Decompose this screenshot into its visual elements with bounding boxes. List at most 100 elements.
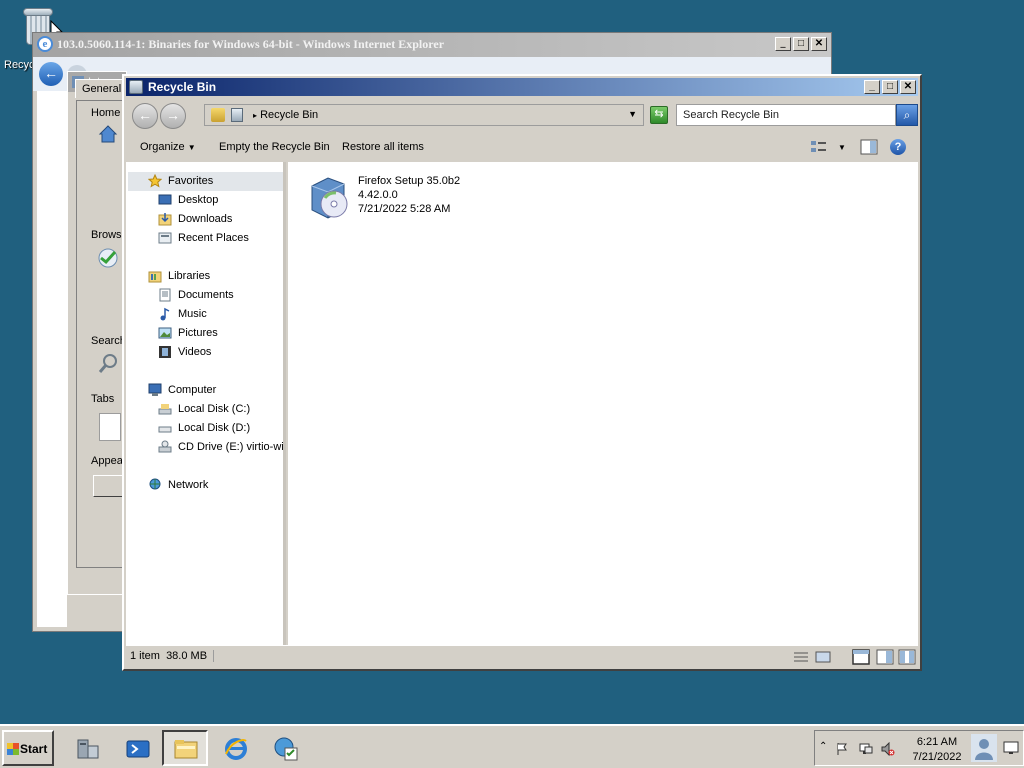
- star-icon: [148, 174, 162, 188]
- address-bar[interactable]: ▸ Recycle Bin ▼: [204, 104, 644, 126]
- file-date-deleted: 7/21/2022 5:28 AM: [358, 203, 451, 215]
- nav-downloads-label: Downloads: [178, 213, 233, 225]
- nav-cd-drive[interactable]: CD Drive (E:) virtio-win: [158, 438, 284, 456]
- breadcrumb-recycle-bin[interactable]: Recycle Bin: [260, 109, 318, 121]
- local-disk-d-icon: [158, 426, 172, 433]
- desktop-recycle-bin-label: Recyc: [4, 59, 35, 71]
- taskbar-windows-explorer[interactable]: [162, 730, 208, 766]
- taskbar-server-manager[interactable]: [64, 730, 110, 766]
- nav-videos[interactable]: Videos: [158, 343, 211, 361]
- forward-button[interactable]: →: [160, 103, 186, 129]
- close-button[interactable]: ✕: [900, 80, 916, 94]
- local-disk-c-icon: [158, 404, 172, 415]
- nav-recent-places[interactable]: Recent Places: [158, 229, 249, 247]
- system-tray: ⌃ 6:21 AM 7/21/2022: [814, 730, 1024, 766]
- ie-title-bar[interactable]: e 103.0.5060.114-1: Binaries for Windows…: [33, 33, 831, 57]
- status-item-count: 1 item 38.0 MB: [130, 650, 215, 662]
- back-button[interactable]: ←: [132, 103, 158, 129]
- nav-local-disk-d-label: Local Disk (D:): [178, 422, 251, 434]
- videos-icon: [159, 346, 171, 358]
- start-button[interactable]: Start: [2, 730, 54, 766]
- action-center-flag-icon[interactable]: [835, 742, 849, 756]
- nav-music-label: Music: [178, 308, 207, 320]
- tabs-label: Tabs: [91, 393, 115, 405]
- minimize-button[interactable]: _: [864, 80, 880, 94]
- internet-options-dialog[interactable]: Intern General Home p Brows Search Tabs …: [67, 71, 136, 595]
- ie-maximize-button[interactable]: □: [793, 37, 809, 51]
- server-manager-icon: [77, 739, 99, 759]
- clock-time: 6:21 AM: [916, 736, 958, 748]
- nav-desktop[interactable]: Desktop: [158, 191, 218, 209]
- nav-favorites[interactable]: Favorites: [148, 172, 213, 190]
- nav-videos-label: Videos: [178, 346, 212, 358]
- recent-places-icon: [158, 232, 172, 244]
- nav-music[interactable]: Music: [158, 305, 207, 323]
- thumbnail-view-icon[interactable]: [814, 649, 832, 665]
- refresh-button[interactable]: ⇆: [650, 106, 668, 124]
- help-icon[interactable]: ?: [890, 139, 906, 155]
- empty-recycle-bin-button[interactable]: Empty the Recycle Bin: [219, 141, 330, 153]
- nav-pictures[interactable]: Pictures: [158, 324, 218, 342]
- cd-drive-icon: [158, 440, 172, 453]
- recycle-bin-title: Recycle Bin: [148, 80, 217, 94]
- address-bar-row: ← → ▸ Recycle Bin ▼ ⇆ Search Recycle Bin…: [126, 96, 918, 134]
- nav-cd-drive-label: CD Drive (E:) virtio-win: [178, 441, 284, 453]
- maximize-button[interactable]: □: [882, 80, 898, 94]
- start-label: Start: [20, 742, 48, 756]
- clock[interactable]: 6:21 AM 7/21/2022: [909, 735, 965, 765]
- ie-minimize-button[interactable]: _: [775, 37, 791, 51]
- nav-local-disk-d[interactable]: Local Disk (D:): [158, 419, 250, 437]
- tabs-icon: [99, 413, 121, 441]
- preview-pane-icon[interactable]: [860, 139, 878, 155]
- taskbar-internet-explorer[interactable]: [212, 730, 258, 766]
- layout-columns-icon[interactable]: [898, 649, 916, 665]
- breadcrumb[interactable]: ▸ Recycle Bin: [253, 109, 318, 121]
- organize-button[interactable]: Organize ▼: [140, 141, 196, 153]
- recycle-bin-location-icon: [231, 108, 243, 122]
- layout-split-icon[interactable]: [876, 649, 894, 665]
- appearance-label: Appea: [91, 455, 123, 467]
- tab-general[interactable]: General: [75, 79, 129, 98]
- nav-documents[interactable]: Documents: [158, 286, 234, 304]
- nav-downloads[interactable]: Downloads: [158, 210, 232, 228]
- recycle-bin-title-bar[interactable]: Recycle Bin _ □ ✕: [126, 78, 918, 96]
- network-tray-icon[interactable]: [859, 742, 873, 756]
- downloads-icon: [158, 213, 172, 226]
- taskbar-powershell[interactable]: [114, 730, 160, 766]
- user-avatar[interactable]: [971, 734, 997, 762]
- nav-network-label: Network: [168, 479, 209, 491]
- nav-computer[interactable]: Computer: [148, 381, 216, 399]
- show-hidden-icons-icon[interactable]: ⌃: [819, 741, 833, 755]
- layout-single-icon[interactable]: [852, 649, 870, 665]
- documents-icon: [159, 288, 171, 302]
- file-item-firefox-setup[interactable]: Firefox Setup 35.0b2 4.42.0.0 7/21/2022 …: [304, 172, 504, 222]
- taskbar-task-app[interactable]: [262, 730, 308, 766]
- ie-back-button[interactable]: ←: [39, 62, 63, 86]
- restore-all-items-button[interactable]: Restore all items: [342, 141, 424, 153]
- details-view-icon[interactable]: [792, 649, 810, 665]
- up-folder-icon[interactable]: [211, 108, 225, 122]
- command-bar: Organize ▼ Empty the Recycle Bin Restore…: [126, 134, 918, 162]
- nav-local-disk-c[interactable]: Local Disk (C:): [158, 400, 250, 418]
- globe-checklist-icon: [274, 737, 298, 761]
- ie-logo-icon: e: [37, 36, 53, 52]
- magnifier-icon: [98, 354, 117, 373]
- breadcrumb-arrow-icon: ▸: [253, 111, 258, 120]
- computer-icon: [148, 383, 162, 396]
- recycle-bin-window[interactable]: Recycle Bin _ □ ✕ ← → ▸ Recycle Bin ▼ ⇆ …: [122, 74, 922, 671]
- search-icon[interactable]: ⌕: [896, 104, 918, 126]
- nav-favorites-label: Favorites: [168, 175, 214, 187]
- search-input[interactable]: Search Recycle Bin: [676, 104, 896, 126]
- views-dropdown-icon[interactable]: ▼: [838, 143, 846, 152]
- pictures-icon: [158, 327, 172, 339]
- folder-icon: [174, 740, 198, 759]
- show-desktop-icon[interactable]: [1003, 741, 1019, 755]
- windows-flag-icon: [7, 743, 19, 755]
- ie-close-button[interactable]: ✕: [811, 37, 827, 51]
- nav-libraries[interactable]: Libraries: [148, 267, 210, 285]
- volume-muted-icon[interactable]: [881, 742, 895, 756]
- nav-documents-label: Documents: [178, 289, 234, 301]
- nav-network[interactable]: Network: [148, 476, 208, 494]
- views-icon[interactable]: [810, 139, 828, 155]
- address-dropdown-icon[interactable]: ▼: [628, 109, 637, 119]
